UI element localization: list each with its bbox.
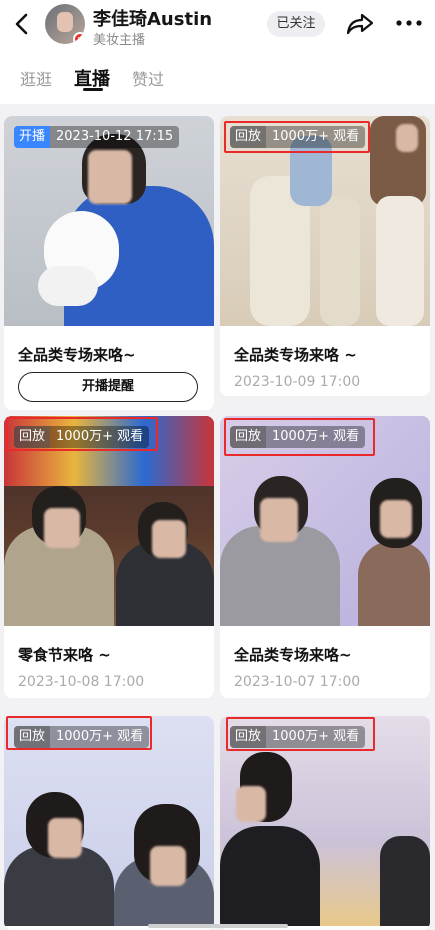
- profile-header: v 李佳琦Austin 美妆主播 已关注: [0, 0, 435, 52]
- live-feed: 开播 2023-10-12 17:15 全品类专场来咯~ 开播提醒 回放 100…: [0, 104, 435, 930]
- verified-badge-icon: v: [73, 32, 85, 44]
- highlight-box: [226, 717, 375, 751]
- avatar[interactable]: v: [45, 4, 85, 44]
- share-icon[interactable]: [345, 10, 375, 38]
- card-title: 零食节来咯 ~: [18, 646, 111, 664]
- card-date: 2023-10-08 17:00: [18, 674, 145, 690]
- streamer-name[interactable]: 李佳琦Austin: [93, 5, 212, 31]
- tag-kind: 开播: [14, 126, 51, 148]
- tab-bar: 逛逛 直播 赞过: [0, 62, 435, 98]
- home-indicator: [148, 924, 288, 928]
- card-title: 全品类专场来咯~: [18, 346, 136, 364]
- card-title: 全品类专场来咯~: [234, 646, 352, 664]
- highlight-box: [224, 121, 370, 153]
- back-icon[interactable]: [8, 10, 36, 38]
- follow-button[interactable]: 已关注: [267, 11, 325, 37]
- tab-active-indicator: [83, 88, 103, 91]
- live-card-replay[interactable]: 回放 1000万+ 观看 零食节来咯 ~ 2023-10-08 17:00: [4, 416, 214, 698]
- live-tag: 开播 2023-10-12 17:15: [14, 126, 180, 148]
- highlight-box: [6, 417, 158, 451]
- live-card-replay[interactable]: 回放 1000万+ 观看 全品类专场来咯 ~ 2023-10-09 17:00: [220, 116, 430, 396]
- streamer-category: 美妆主播: [93, 33, 146, 48]
- live-reminder-button[interactable]: 开播提醒: [18, 372, 198, 402]
- highlight-box: [6, 716, 152, 750]
- avatar-face: [57, 12, 73, 32]
- card-date: 2023-10-07 17:00: [234, 674, 361, 690]
- live-card-replay[interactable]: 回放 1000万+ 观看 全品类专场来咯~ 2023-10-07 17:00: [220, 416, 430, 698]
- card-title: 全品类专场来咯 ~: [234, 346, 357, 364]
- more-icon[interactable]: [394, 18, 424, 28]
- card-date: 2023-10-09 17:00: [234, 374, 361, 390]
- tab-stroll[interactable]: 逛逛: [20, 66, 52, 90]
- tag-info: 2023-10-12 17:15: [56, 129, 174, 144]
- tab-liked[interactable]: 赞过: [132, 66, 164, 90]
- highlight-box: [224, 418, 375, 456]
- live-card-upcoming[interactable]: 开播 2023-10-12 17:15 全品类专场来咯~ 开播提醒: [4, 116, 214, 410]
- card-thumbnail: 开播 2023-10-12 17:15: [4, 116, 214, 326]
